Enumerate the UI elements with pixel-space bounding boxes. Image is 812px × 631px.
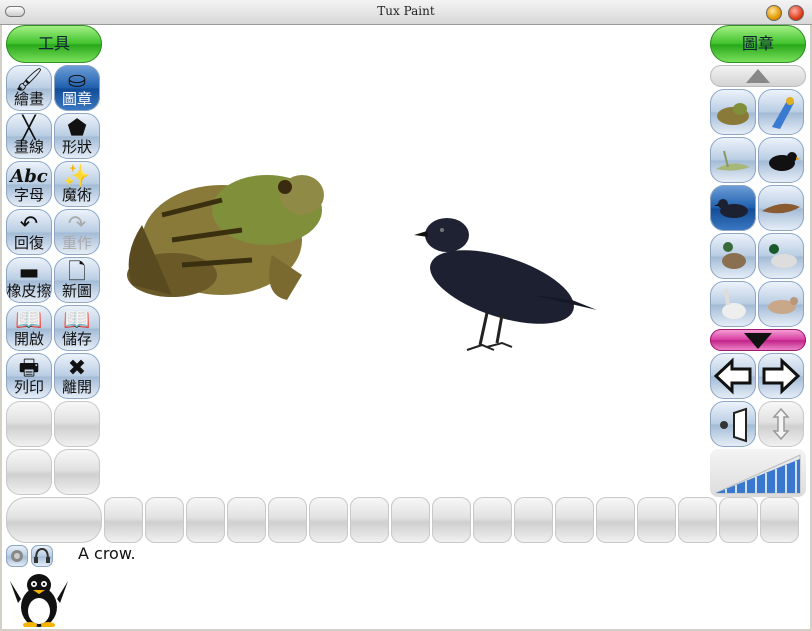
- tool-button[interactable]: 🗋 新圖: [54, 257, 100, 303]
- app-area: 工具 圖章 🖌 繪畫 ⛀ 圖章 ╳ 畫線 ⬟ 形狀 Abc 字母 ✨ 魔術 ↶ 回復 ↷ 重作 ▬ 橡皮擦 🗋 新圖 📖…: [2, 25, 810, 629]
- tool-button[interactable]: ✨ 魔術: [54, 161, 100, 207]
- mirror-button[interactable]: [710, 401, 756, 447]
- up-down-arrow-icon: [772, 407, 790, 441]
- tool-label: 形狀: [61, 138, 92, 156]
- color-swatch[interactable]: [350, 497, 389, 543]
- color-swatch[interactable]: [760, 497, 799, 543]
- sound-controls: [6, 545, 54, 567]
- tool-label: 儲存: [61, 330, 92, 348]
- tux-penguin-icon: [10, 574, 68, 627]
- headphones-icon: [34, 547, 50, 563]
- color-swatch[interactable]: [637, 497, 676, 543]
- color-swatch[interactable]: [309, 497, 348, 543]
- canvas-artwork: [127, 175, 597, 351]
- drawing-canvas[interactable]: [102, 25, 708, 497]
- tool-label: 離開: [61, 378, 92, 396]
- tool-button[interactable]: ⬟ 形狀: [54, 113, 100, 159]
- bird-stamp-icon: [768, 297, 798, 314]
- crow-stamp-image: [414, 218, 597, 351]
- crow-stamp-icon: [714, 199, 748, 218]
- color-swatch[interactable]: [555, 497, 594, 543]
- tool-button[interactable]: ⛀ 圖章: [54, 65, 100, 111]
- tool-label: 新圖: [61, 282, 92, 300]
- mute-button[interactable]: [31, 545, 53, 567]
- empty-tool-slot: [6, 401, 52, 447]
- left-arrow-icon: [713, 357, 752, 395]
- empty-tool-slot: [6, 449, 52, 495]
- flip-right-button[interactable]: [758, 353, 804, 399]
- stamp-button[interactable]: [758, 137, 804, 183]
- color-swatch[interactable]: [719, 497, 758, 543]
- close-button[interactable]: [788, 5, 804, 21]
- color-swatch[interactable]: [596, 497, 635, 543]
- tool-label: 魔術: [61, 186, 92, 204]
- tool-button: ↷ 重作: [54, 209, 100, 255]
- color-swatch[interactable]: [104, 497, 143, 543]
- color-swatch[interactable]: [145, 497, 184, 543]
- window-title: Tux Paint: [377, 4, 435, 18]
- color-swatch[interactable]: [432, 497, 471, 543]
- tool-label: 圖章: [61, 90, 92, 108]
- stamp-button[interactable]: [758, 281, 804, 327]
- lizard-stamp-icon: [716, 150, 750, 171]
- speaker-button[interactable]: [6, 545, 28, 567]
- mirror-icon: [720, 407, 747, 443]
- stamps-scroll-down-button[interactable]: [710, 329, 806, 351]
- stamps-scroll-up-button[interactable]: [710, 65, 806, 87]
- stamp-button[interactable]: [710, 89, 756, 135]
- parrot-stamp-icon: [772, 97, 794, 129]
- color-swatch[interactable]: [473, 497, 512, 543]
- stamps-header: 圖章: [710, 25, 806, 63]
- color-swatch[interactable]: [391, 497, 430, 543]
- color-swatch[interactable]: [268, 497, 307, 543]
- stamp-button[interactable]: [710, 233, 756, 279]
- empty-tool-slot: [54, 449, 100, 495]
- tool-button[interactable]: ✖ 離開: [54, 353, 100, 399]
- duck-stamp-icon: [722, 242, 746, 269]
- tool-button[interactable]: ╳ 畫線: [6, 113, 52, 159]
- title-bar[interactable]: Tux Paint: [0, 0, 812, 25]
- flip-vertical-button[interactable]: [758, 401, 804, 447]
- minimize-button[interactable]: [766, 5, 782, 21]
- flip-left-button[interactable]: [710, 353, 756, 399]
- tool-button[interactable]: ▬ 橡皮擦: [6, 257, 52, 303]
- tool-button[interactable]: 📖 儲存: [54, 305, 100, 351]
- speaker-icon: [11, 550, 23, 562]
- color-swatch[interactable]: [227, 497, 266, 543]
- empty-tool-slot: [54, 401, 100, 447]
- tool-label: 重作: [61, 234, 92, 252]
- tool-button[interactable]: ↶ 回復: [6, 209, 52, 255]
- stamp-button[interactable]: [710, 185, 756, 231]
- stamp-size-slider[interactable]: [710, 449, 806, 497]
- goose-stamp-icon: [722, 288, 746, 319]
- tool-button[interactable]: 📖 開啟: [6, 305, 52, 351]
- tools-header: 工具: [6, 25, 102, 63]
- hawk-stamp-icon: [762, 203, 800, 214]
- stamp-button[interactable]: [758, 89, 804, 135]
- color-swatch[interactable]: [678, 497, 717, 543]
- stamp-button[interactable]: [710, 137, 756, 183]
- frog-stamp-icon: [717, 103, 749, 125]
- frog-stamp-image: [127, 175, 324, 300]
- blackbird-stamp-icon: [769, 152, 800, 171]
- tool-button[interactable]: 🖶 列印: [6, 353, 52, 399]
- stamp-button[interactable]: [758, 233, 804, 279]
- color-swatch[interactable]: [514, 497, 553, 543]
- stamp-button[interactable]: [710, 281, 756, 327]
- status-message: A crow.: [78, 544, 136, 563]
- mallard-stamp-icon: [769, 244, 797, 268]
- tool-button[interactable]: Abc 字母: [6, 161, 52, 207]
- stamp-button[interactable]: [758, 185, 804, 231]
- tool-button[interactable]: 🖌 繪畫: [6, 65, 52, 111]
- current-color-swatch[interactable]: [6, 497, 102, 543]
- size-bars-icon: [715, 454, 801, 494]
- right-arrow-icon: [762, 357, 801, 395]
- color-swatch[interactable]: [186, 497, 225, 543]
